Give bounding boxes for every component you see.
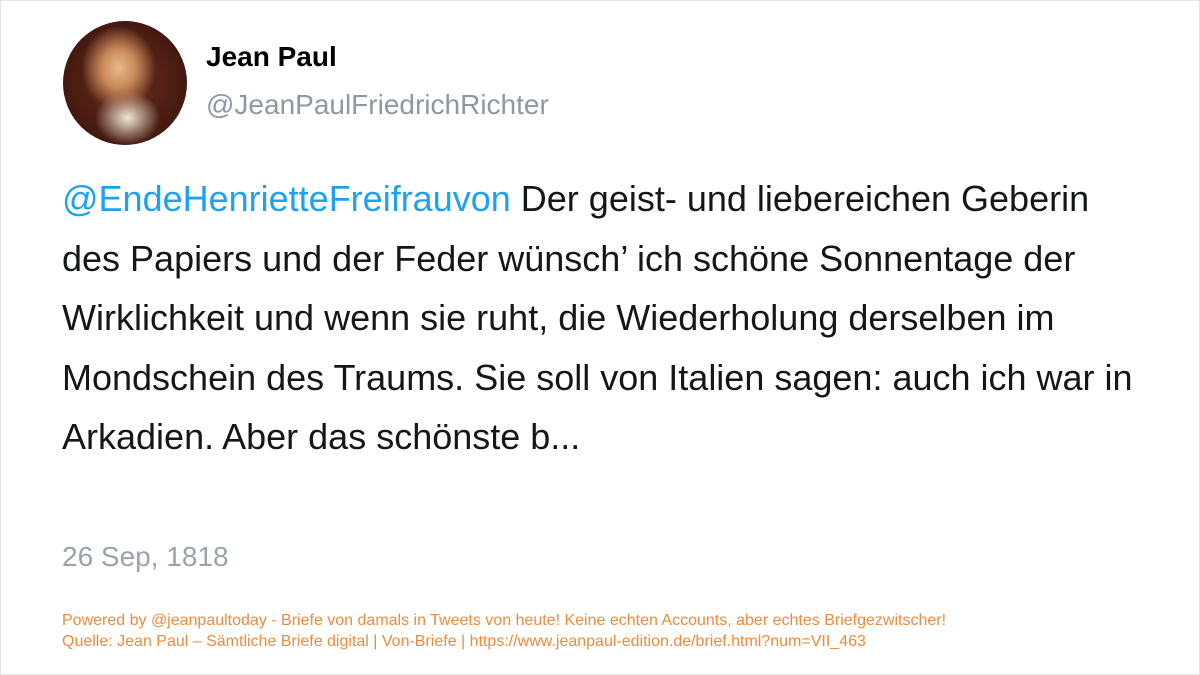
tweet-body: Der geist- und liebereichen Geberin des … [62,178,1133,457]
mention-link[interactable]: @EndeHenrietteFreifrauvon [62,178,511,219]
footer-source: Quelle: Jean Paul – Sämtliche Briefe dig… [62,633,866,650]
tweet-date: 26 Sep, 1818 [62,541,229,572]
author-handle[interactable]: @JeanPaulFriedrichRichter [206,89,549,121]
footer-powered-by: Powered by @jeanpaultoday - Briefe von d… [62,612,947,629]
footer: Powered by @jeanpaultoday - Briefe von d… [62,610,946,652]
author-name[interactable]: Jean Paul [206,41,337,73]
avatar[interactable] [63,21,187,145]
tweet-text: @EndeHenrietteFreifrauvon Der geist- und… [62,169,1137,467]
tweet-card: Jean Paul @JeanPaulFriedrichRichter @End… [0,0,1200,675]
